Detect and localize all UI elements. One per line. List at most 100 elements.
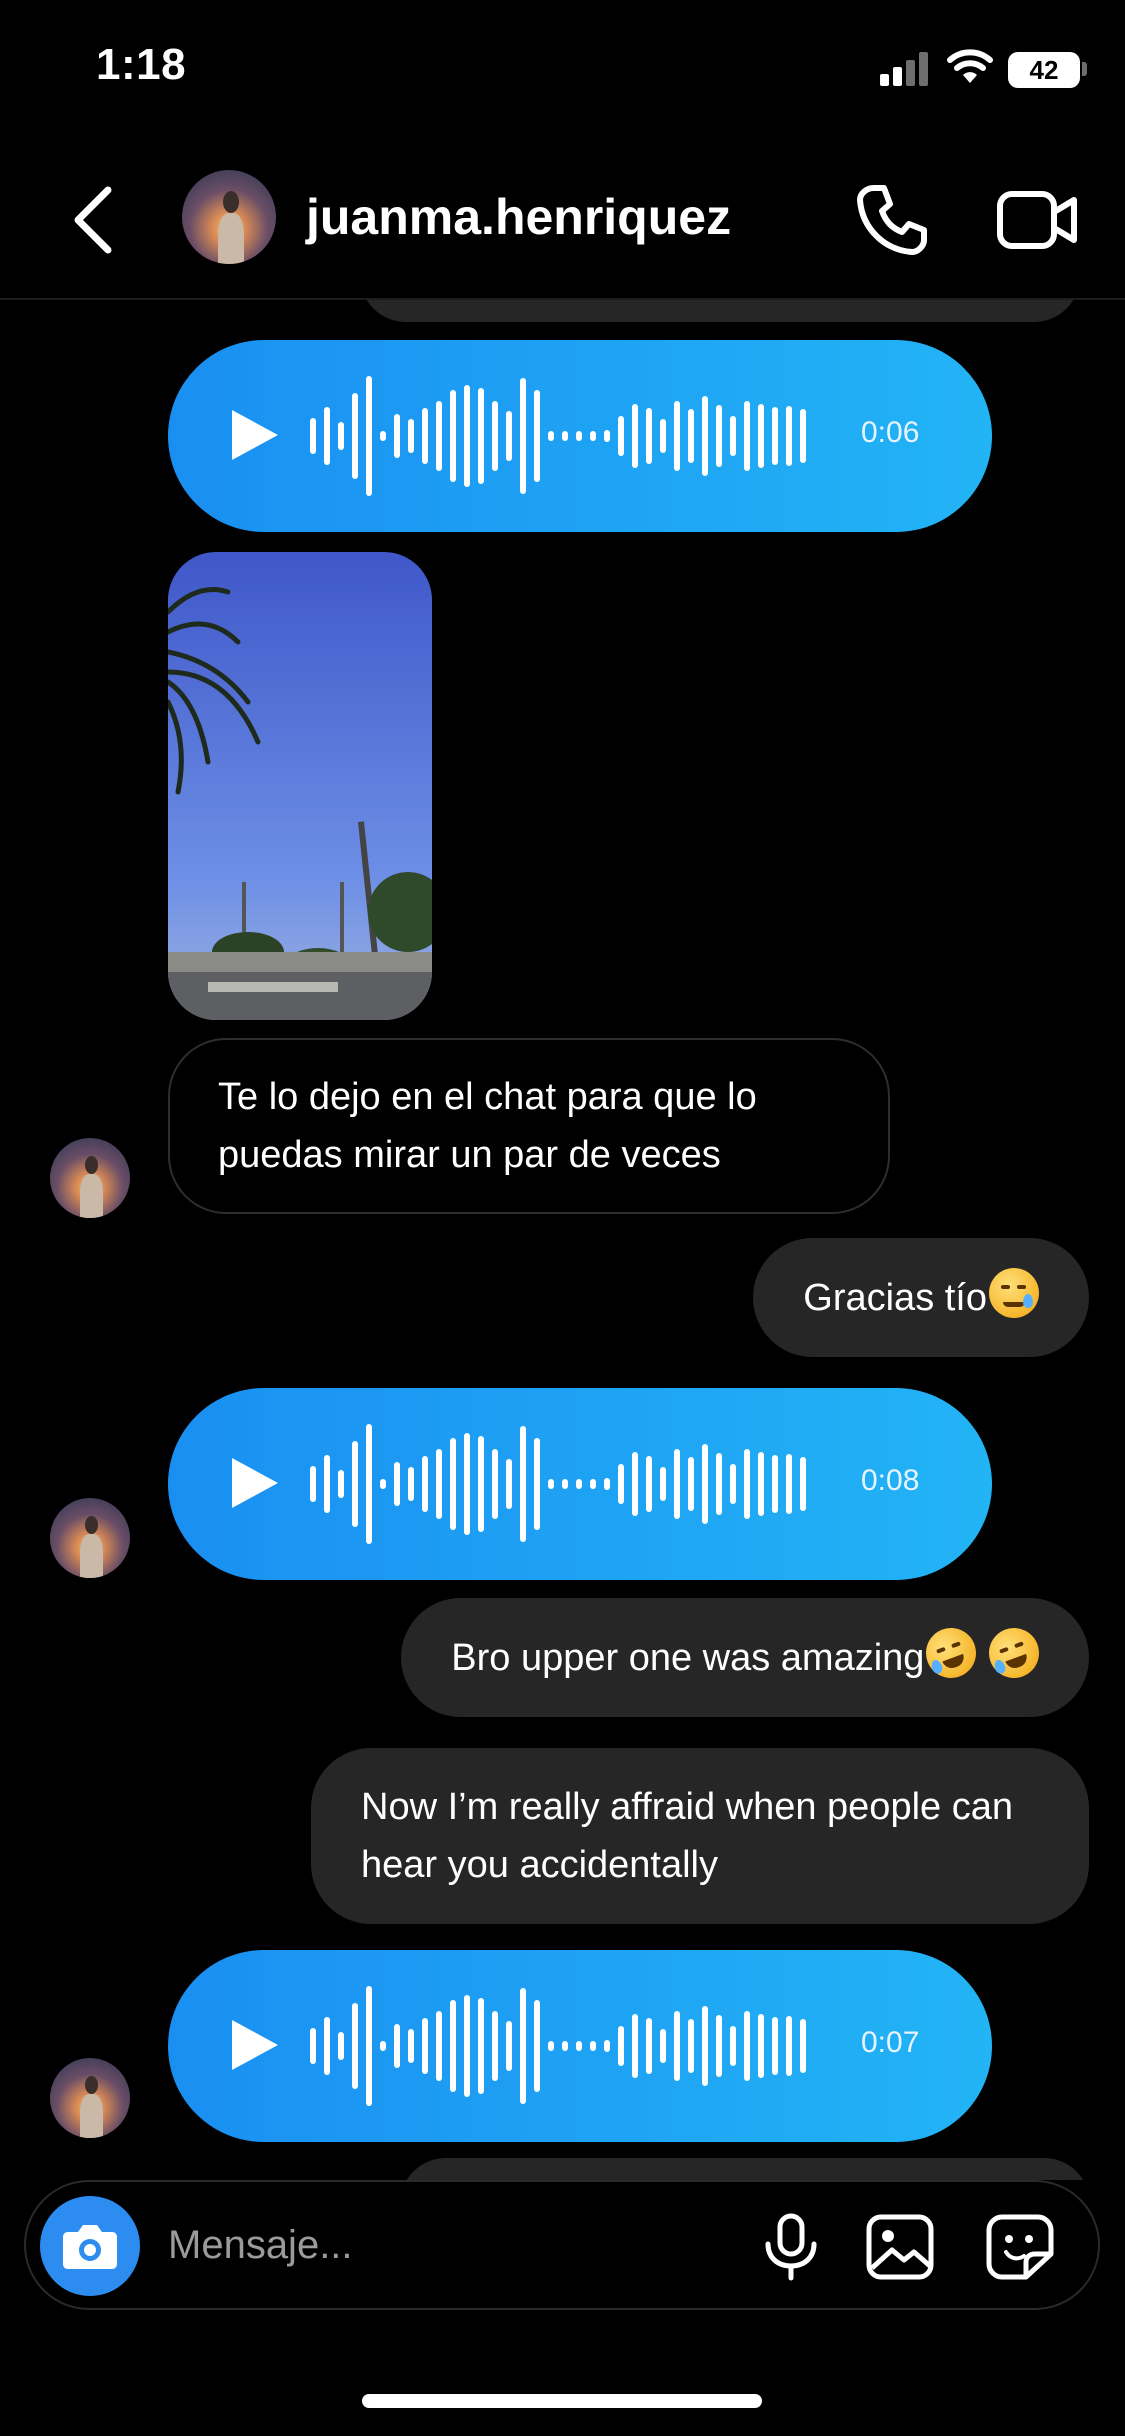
waveform-bar: [394, 414, 400, 458]
waveform-bar: [674, 401, 680, 471]
video-call-icon[interactable]: [996, 180, 1078, 260]
waveform-bar: [338, 422, 344, 450]
sticker-icon[interactable]: [984, 2212, 1056, 2282]
waveform-bar: [520, 1426, 526, 1542]
waveform-bar: [618, 416, 624, 456]
waveform-bar: [674, 2011, 680, 2081]
rolling-laughing-emoji-icon: [981, 1620, 1047, 1686]
waveform-bar: [310, 1466, 316, 1502]
waveform-bar: [534, 2000, 540, 2092]
waveform-bar: [800, 1457, 806, 1511]
message-bubble-partial[interactable]: [360, 300, 1080, 322]
cellular-signal-icon: [880, 52, 932, 86]
waveform-bar: [800, 2019, 806, 2073]
waveform-bar: [800, 409, 806, 463]
waveform-bar: [716, 405, 722, 467]
waveform-bar: [534, 1438, 540, 1530]
waveform-bar: [716, 2015, 722, 2077]
waveform-bar: [408, 419, 414, 453]
battery-cap: [1082, 62, 1087, 76]
waveform-bar: [478, 1436, 484, 1532]
waveform-bar: [366, 376, 372, 496]
waveform-bar: [464, 1433, 470, 1535]
waveform-bar: [660, 1467, 666, 1501]
waveform-bar: [702, 1444, 708, 1524]
waveform-bar: [688, 2019, 694, 2073]
waveform-bar: [716, 1453, 722, 1515]
waveform-bar: [660, 419, 666, 453]
waveform-bar: [744, 1449, 750, 1519]
outgoing-message[interactable]: Gracias tío: [753, 1238, 1089, 1357]
waveform-bar: [380, 2041, 386, 2051]
waveform-bar: [604, 2040, 610, 2052]
voice-message[interactable]: 0:06: [168, 340, 992, 532]
waveform-bar: [464, 385, 470, 487]
contact-avatar[interactable]: [182, 170, 276, 264]
message-list[interactable]: 0:06 Te lo dejo en el chat para que lo p…: [0, 300, 1125, 2180]
waveform-bar: [744, 2011, 750, 2081]
waveform-bar: [478, 1998, 484, 2094]
waveform-bar: [436, 401, 442, 471]
contact-avatar-small[interactable]: [50, 2058, 130, 2138]
waveform-bar: [506, 1459, 512, 1509]
gallery-icon[interactable]: [864, 2212, 936, 2282]
waveform-bar: [646, 2018, 652, 2074]
waveform-bar: [576, 2041, 582, 2051]
waveform-bar: [422, 408, 428, 464]
outgoing-message[interactable]: Now I’m really affraid when people can h…: [311, 1748, 1089, 1924]
waveform-bar: [352, 1441, 358, 1527]
waveform-bar: [646, 408, 652, 464]
contact-username[interactable]: juanma.henriquez: [306, 188, 731, 246]
play-icon[interactable]: [220, 402, 286, 468]
waveform-bar: [394, 1462, 400, 1506]
message-text: Te lo dejo en el chat para que lo puedas…: [218, 1076, 757, 1176]
waveform-bar: [576, 431, 582, 441]
voice-message[interactable]: 0:08: [168, 1388, 992, 1580]
wifi-icon: [947, 49, 993, 83]
waveform-bar: [436, 1449, 442, 1519]
waveform-bar: [450, 2000, 456, 2092]
waveform-bar: [324, 407, 330, 465]
waveform-bar: [380, 431, 386, 441]
voice-duration: 0:08: [861, 1464, 920, 1497]
waveform-bar: [478, 388, 484, 484]
shared-photo[interactable]: [168, 552, 432, 1020]
waveform-bar: [310, 418, 316, 454]
waveform-bar: [786, 2016, 792, 2076]
microphone-icon[interactable]: [756, 2212, 826, 2282]
waveform-bar: [548, 1479, 554, 1489]
phone-call-icon[interactable]: [852, 180, 932, 260]
waveform-bar: [464, 1995, 470, 2097]
waveform-bar: [702, 396, 708, 476]
message-text: Now I’m really affraid when people can h…: [361, 1786, 1024, 1886]
home-indicator[interactable]: [362, 2394, 762, 2408]
contact-avatar-small[interactable]: [50, 1138, 130, 1218]
back-chevron-icon[interactable]: [60, 180, 130, 260]
waveform-bar: [702, 2006, 708, 2086]
voice-message[interactable]: 0:07: [168, 1950, 992, 2142]
waveform-bar: [576, 1479, 582, 1489]
waveform-bar: [562, 431, 568, 441]
battery-indicator: 42: [1008, 52, 1080, 88]
waveform-bar: [772, 1455, 778, 1513]
waveform-bar: [730, 416, 736, 456]
play-icon[interactable]: [220, 1450, 286, 1516]
camera-button[interactable]: [40, 2196, 140, 2296]
waveform-bar: [786, 1454, 792, 1514]
message-text: Bro upper one was amazing: [451, 1637, 925, 1679]
waveform-bar: [590, 2041, 596, 2051]
waveform-bar: [408, 2029, 414, 2063]
incoming-message[interactable]: Te lo dejo en el chat para que lo puedas…: [168, 1038, 890, 1214]
message-bubble-partial[interactable]: [400, 2158, 1090, 2180]
waveform-bar: [562, 1479, 568, 1489]
waveform-bar: [646, 1456, 652, 1512]
message-input[interactable]: [168, 2212, 728, 2278]
outgoing-message[interactable]: Bro upper one was amazing: [401, 1598, 1089, 1717]
play-icon[interactable]: [220, 2012, 286, 2078]
waveform-bar: [660, 2029, 666, 2063]
waveform-bar: [786, 406, 792, 466]
waveform-bar: [338, 2032, 344, 2060]
contact-avatar-small[interactable]: [50, 1498, 130, 1578]
waveform-bar: [492, 2011, 498, 2081]
waveform-bar: [394, 2024, 400, 2068]
